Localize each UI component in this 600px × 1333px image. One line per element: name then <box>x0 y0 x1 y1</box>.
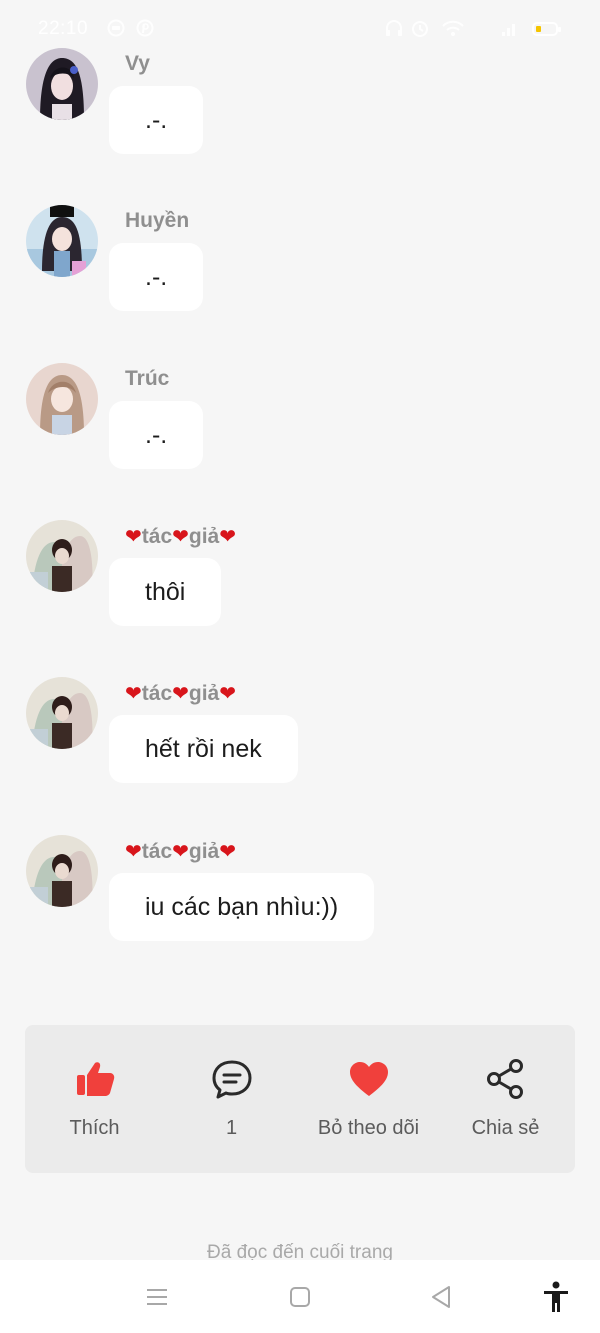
comment-author[interactable]: ❤tác❤giả❤ <box>125 681 236 706</box>
status-bar: 22:10 <box>0 0 600 56</box>
avatar[interactable] <box>26 520 98 592</box>
heart-emoji-icon: ❤ <box>172 683 189 705</box>
headphones-icon <box>386 20 402 36</box>
couple-avatar-icon <box>26 520 98 592</box>
author-word: tác <box>141 525 173 548</box>
comment-bubble: .-. <box>109 401 204 469</box>
heart-icon <box>349 1062 388 1096</box>
back-icon[interactable] <box>427 1280 457 1314</box>
wifi-icon <box>442 20 464 36</box>
unfollow-label: Bỏ theo dõi <box>317 1117 420 1139</box>
anime-girl-avatar-icon <box>26 363 98 435</box>
author-word: giả <box>188 682 220 705</box>
anime-girl-avatar-icon <box>26 205 98 277</box>
comment-bubble: thôi <box>109 558 222 626</box>
couple-avatar-icon <box>26 677 98 749</box>
accessibility-icon[interactable] <box>541 1280 571 1314</box>
comment-bubble: .-. <box>109 243 204 311</box>
avatar[interactable] <box>26 363 98 435</box>
alarm-icon <box>412 21 428 37</box>
like-button[interactable]: Thích <box>26 1025 163 1173</box>
avatar[interactable] <box>26 835 98 907</box>
comment-author[interactable]: Trúc <box>125 367 169 391</box>
comments-button[interactable]: 1 <box>163 1025 300 1173</box>
heart-emoji-icon: ❤ <box>219 683 236 705</box>
share-label: Chia sẻ <box>471 1117 540 1139</box>
end-of-page-text: Đã đọc đến cuối trang <box>207 1242 393 1260</box>
comment-author[interactable]: Huyền <box>125 209 189 233</box>
system-nav-bar <box>0 1260 600 1333</box>
comment-author[interactable]: Vy <box>125 52 150 76</box>
menu-icon[interactable] <box>142 1280 172 1314</box>
comment-count: 1 <box>225 1117 238 1139</box>
battery-icon <box>532 22 561 36</box>
avatar[interactable] <box>26 205 98 277</box>
unfollow-button[interactable]: Bỏ theo dõi <box>300 1025 437 1173</box>
heart-emoji-icon: ❤ <box>125 526 142 548</box>
heart-emoji-icon: ❤ <box>219 526 236 548</box>
comment-bubble: hết rồi nek <box>109 715 298 783</box>
author-word: tác <box>141 682 173 705</box>
comment-author[interactable]: ❤tác❤giả❤ <box>125 524 236 549</box>
share-button[interactable]: Chia sẻ <box>437 1025 574 1173</box>
action-bar: Thích 1 Bỏ theo dõi Chia sẻ <box>25 1025 575 1173</box>
comment-bubble: .-. <box>109 86 204 154</box>
heart-emoji-icon: ❤ <box>172 841 189 863</box>
share-icon <box>486 1059 523 1099</box>
comment-bubble: iu các bạn nhìu:)) <box>109 873 375 941</box>
heart-emoji-icon: ❤ <box>219 841 236 863</box>
thumbs-up-icon <box>76 1062 114 1096</box>
heart-emoji-icon: ❤ <box>125 683 142 705</box>
avatar[interactable] <box>26 48 98 120</box>
signal-icon <box>502 24 515 36</box>
avatar[interactable] <box>26 677 98 749</box>
comment-icon <box>212 1060 251 1099</box>
home-icon[interactable] <box>285 1280 315 1314</box>
like-label: Thích <box>69 1117 120 1139</box>
pinterest-icon <box>136 19 154 37</box>
couple-avatar-icon <box>26 835 98 907</box>
chat-icon <box>107 19 125 37</box>
heart-emoji-icon: ❤ <box>125 841 142 863</box>
author-word: tác <box>141 840 173 863</box>
author-word: giả <box>188 840 220 863</box>
anime-girl-avatar-icon <box>26 48 98 120</box>
comment-author[interactable]: ❤tác❤giả❤ <box>125 839 236 864</box>
heart-emoji-icon: ❤ <box>172 526 189 548</box>
author-word: giả <box>188 525 220 548</box>
status-time: 22:10 <box>38 18 89 39</box>
